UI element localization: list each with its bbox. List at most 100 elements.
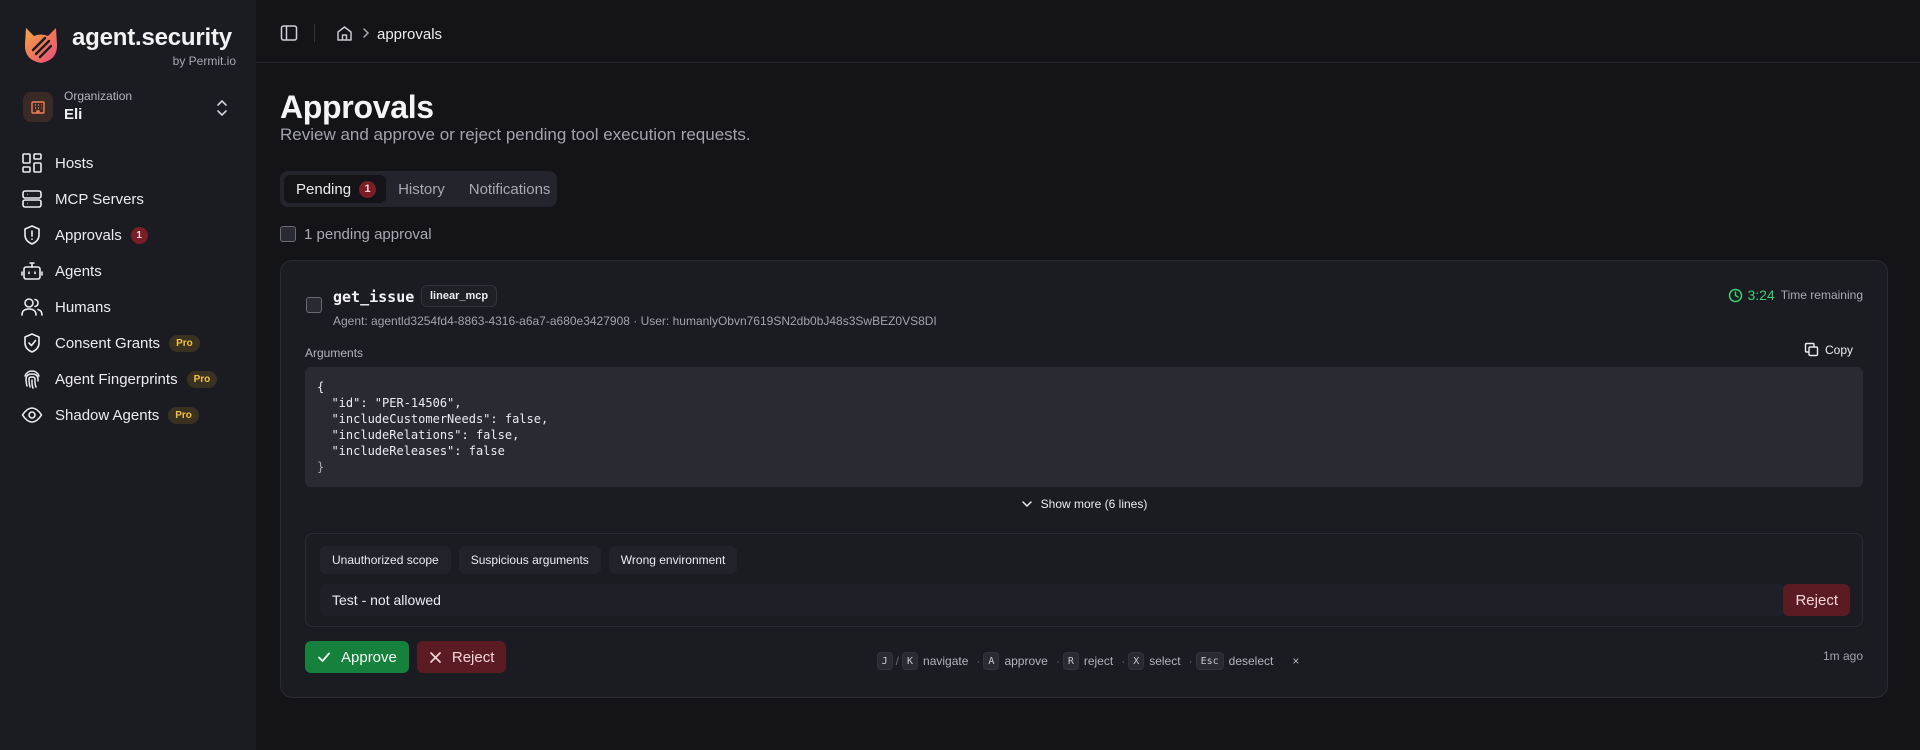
divider xyxy=(314,24,315,42)
sidebar-item-label: Consent Grants xyxy=(55,334,161,352)
chevron-right-icon xyxy=(363,28,370,38)
show-more-button[interactable]: Show more (6 lines) xyxy=(281,497,1887,511)
kbd-a: A xyxy=(983,652,1000,670)
brand-name: agent.security xyxy=(72,24,232,51)
code-line: "includeRelations": false, xyxy=(317,428,520,442)
sidebar-item-agent-fingerprints[interactable]: Agent Fingerprints Pro xyxy=(20,361,240,397)
chevron-down-icon xyxy=(1021,501,1032,508)
home-icon[interactable] xyxy=(336,25,353,42)
sidebar-item-label: Hosts xyxy=(55,154,94,172)
org-switcher[interactable]: Organization Eli xyxy=(20,86,236,130)
reject-reason-panel: Unauthorized scope Suspicious arguments … xyxy=(305,533,1863,627)
key-separator: / xyxy=(895,654,899,668)
tab-notifications[interactable]: Notifications xyxy=(457,175,563,203)
sidebar-nav: Hosts MCP Servers Approvals 1 Agents Hum… xyxy=(20,145,240,433)
select-all-row: 1 pending approval xyxy=(280,225,432,243)
top-bar: approvals xyxy=(256,0,1920,63)
time-remaining-label: Time remaining xyxy=(1780,288,1863,302)
approvals-count-badge: 1 xyxy=(130,226,148,244)
close-shortcuts-button[interactable]: × xyxy=(1292,654,1299,668)
kbd-k: K xyxy=(902,652,919,670)
approval-select-checkbox[interactable] xyxy=(306,297,322,313)
shortcut-label: select xyxy=(1149,654,1181,668)
kbd-r: R xyxy=(1062,652,1079,670)
kbd-x: X xyxy=(1128,652,1145,670)
approval-card: get_issue linear_mcp Agent: agentld3254f… xyxy=(280,260,1888,698)
shield-alert-icon xyxy=(18,221,46,249)
copy-button[interactable]: Copy xyxy=(1804,342,1853,357)
code-line: { xyxy=(317,380,325,394)
code-line: "id": "PER-14506", xyxy=(317,396,462,410)
sidebar-item-shadow-agents[interactable]: Shadow Agents Pro xyxy=(20,397,240,433)
request-meta: Agent: agentld3254fd4-8863-4316-a6a7-a68… xyxy=(333,314,937,328)
bot-icon xyxy=(18,257,46,285)
tab-label: History xyxy=(398,180,445,198)
sidebar-item-label: Approvals xyxy=(55,226,122,244)
shortcut-label: reject xyxy=(1083,654,1114,668)
org-name: Eli xyxy=(64,106,83,123)
server-icon xyxy=(18,185,46,213)
sidebar: agent.security by Permit.io Organization… xyxy=(0,0,256,750)
fingerprint-icon xyxy=(18,365,46,393)
shortcut-label: approve xyxy=(1004,654,1048,668)
brand[interactable]: agent.security by Permit.io xyxy=(20,22,240,70)
approval-tabs: Pending 1 History Notifications xyxy=(280,171,557,207)
kbd-esc: Esc xyxy=(1195,652,1224,670)
shield-check-icon xyxy=(18,329,46,357)
code-line: "includeCustomerNeeds": false, xyxy=(317,412,549,426)
sidebar-item-agents[interactable]: Agents xyxy=(20,253,240,289)
reject-reason-input[interactable] xyxy=(320,584,1784,616)
sidebar-item-approvals[interactable]: Approvals 1 xyxy=(20,217,240,253)
pending-approval-count: 1 pending approval xyxy=(304,225,432,243)
select-all-checkbox[interactable] xyxy=(280,226,296,242)
reason-chip-wrong-environment[interactable]: Wrong environment xyxy=(608,546,738,574)
pro-badge: Pro xyxy=(169,334,200,352)
copy-icon xyxy=(1804,342,1819,357)
time-remaining-value: 3:24 xyxy=(1747,287,1775,303)
sidebar-item-label: Agents xyxy=(55,262,102,280)
sidebar-item-label: Agent Fingerprints xyxy=(55,370,178,388)
server-tag: linear_mcp xyxy=(421,285,498,307)
sidebar-item-label: MCP Servers xyxy=(55,190,144,208)
sidebar-item-mcp-servers[interactable]: MCP Servers xyxy=(20,181,240,217)
sidebar-item-consent-grants[interactable]: Consent Grants Pro xyxy=(20,325,240,361)
time-remaining: 3:24 Time remaining xyxy=(1728,287,1863,303)
building-icon xyxy=(23,92,53,122)
tab-label: Notifications xyxy=(468,180,551,198)
code-line: } xyxy=(317,460,325,474)
grid-icon xyxy=(18,149,46,177)
dot-separator: · xyxy=(1121,654,1126,668)
shortcut-label: deselect xyxy=(1228,654,1274,668)
sidebar-item-label: Shadow Agents xyxy=(55,406,160,424)
arguments-label: Arguments xyxy=(305,346,364,360)
tool-name: get_issue xyxy=(333,288,415,306)
reject-with-reason-button[interactable]: Reject xyxy=(1783,584,1850,616)
reason-chip-unauthorized-scope[interactable]: Unauthorized scope xyxy=(320,546,451,574)
reason-chip-suspicious-arguments[interactable]: Suspicious arguments xyxy=(458,546,601,574)
tab-history[interactable]: History xyxy=(386,175,457,203)
cat-logo-icon xyxy=(24,28,58,63)
tab-pending[interactable]: Pending 1 xyxy=(284,175,387,203)
clock-icon xyxy=(1728,288,1742,302)
sidebar-item-label: Humans xyxy=(55,298,111,316)
keyboard-shortcuts-bar: J / K navigate · A approve · R reject · … xyxy=(0,652,1920,670)
pro-badge: Pro xyxy=(186,370,218,388)
org-label: Organization xyxy=(64,89,133,103)
sidebar-toggle-icon[interactable] xyxy=(280,24,298,42)
eye-icon xyxy=(18,401,46,429)
show-more-label: Show more (6 lines) xyxy=(1040,497,1148,511)
dot-separator: · xyxy=(1055,654,1060,668)
reason-chips: Unauthorized scope Suspicious arguments … xyxy=(320,546,745,574)
chevron-up-down-icon xyxy=(217,100,227,116)
pending-count-badge: 1 xyxy=(359,180,377,198)
sidebar-item-humans[interactable]: Humans xyxy=(20,289,240,325)
arguments-code: { "id": "PER-14506", "includeCustomerNee… xyxy=(305,367,1863,487)
dot-separator: · xyxy=(1188,654,1193,668)
breadcrumb-current: approvals xyxy=(377,26,443,43)
tab-label: Pending xyxy=(296,180,352,198)
pro-badge: Pro xyxy=(168,406,199,424)
kbd-j: J xyxy=(876,652,893,670)
sidebar-item-hosts[interactable]: Hosts xyxy=(20,145,240,181)
page-subtitle: Review and approve or reject pending too… xyxy=(280,125,751,144)
dot-separator: · xyxy=(976,654,981,668)
